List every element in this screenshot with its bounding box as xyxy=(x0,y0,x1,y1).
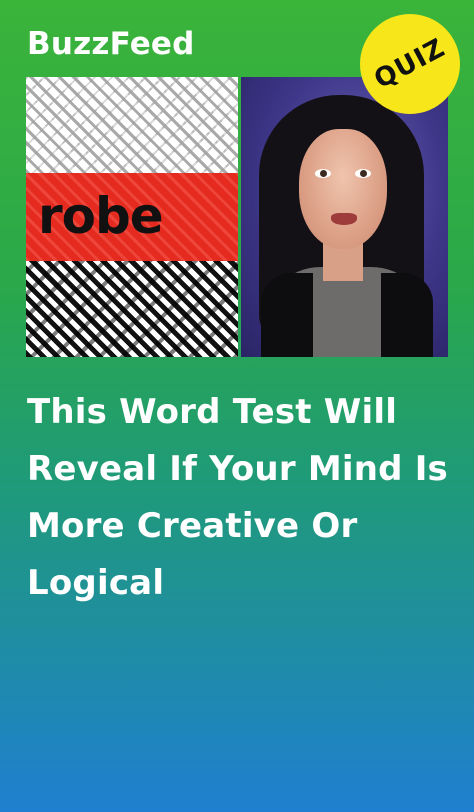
left-eye xyxy=(315,169,331,178)
word-test-graphic: robe xyxy=(26,77,238,357)
person-vest-left xyxy=(261,273,313,357)
buzzfeed-logo[interactable]: BuzzFeed xyxy=(27,26,195,62)
mouth xyxy=(331,213,357,225)
hero-image[interactable]: robe xyxy=(26,77,448,357)
person-photo xyxy=(241,77,448,357)
person-vest-right xyxy=(381,273,433,357)
quiz-badge: QUIZ xyxy=(360,14,460,114)
hidden-word: robe xyxy=(38,187,164,245)
gray-pattern-band xyxy=(26,77,238,173)
black-pattern-band xyxy=(26,261,238,357)
quiz-badge-label: QUIZ xyxy=(369,32,451,96)
person-face xyxy=(299,129,387,249)
right-eye xyxy=(355,169,371,178)
quiz-title[interactable]: This Word Test Will Reveal If Your Mind … xyxy=(27,384,457,612)
